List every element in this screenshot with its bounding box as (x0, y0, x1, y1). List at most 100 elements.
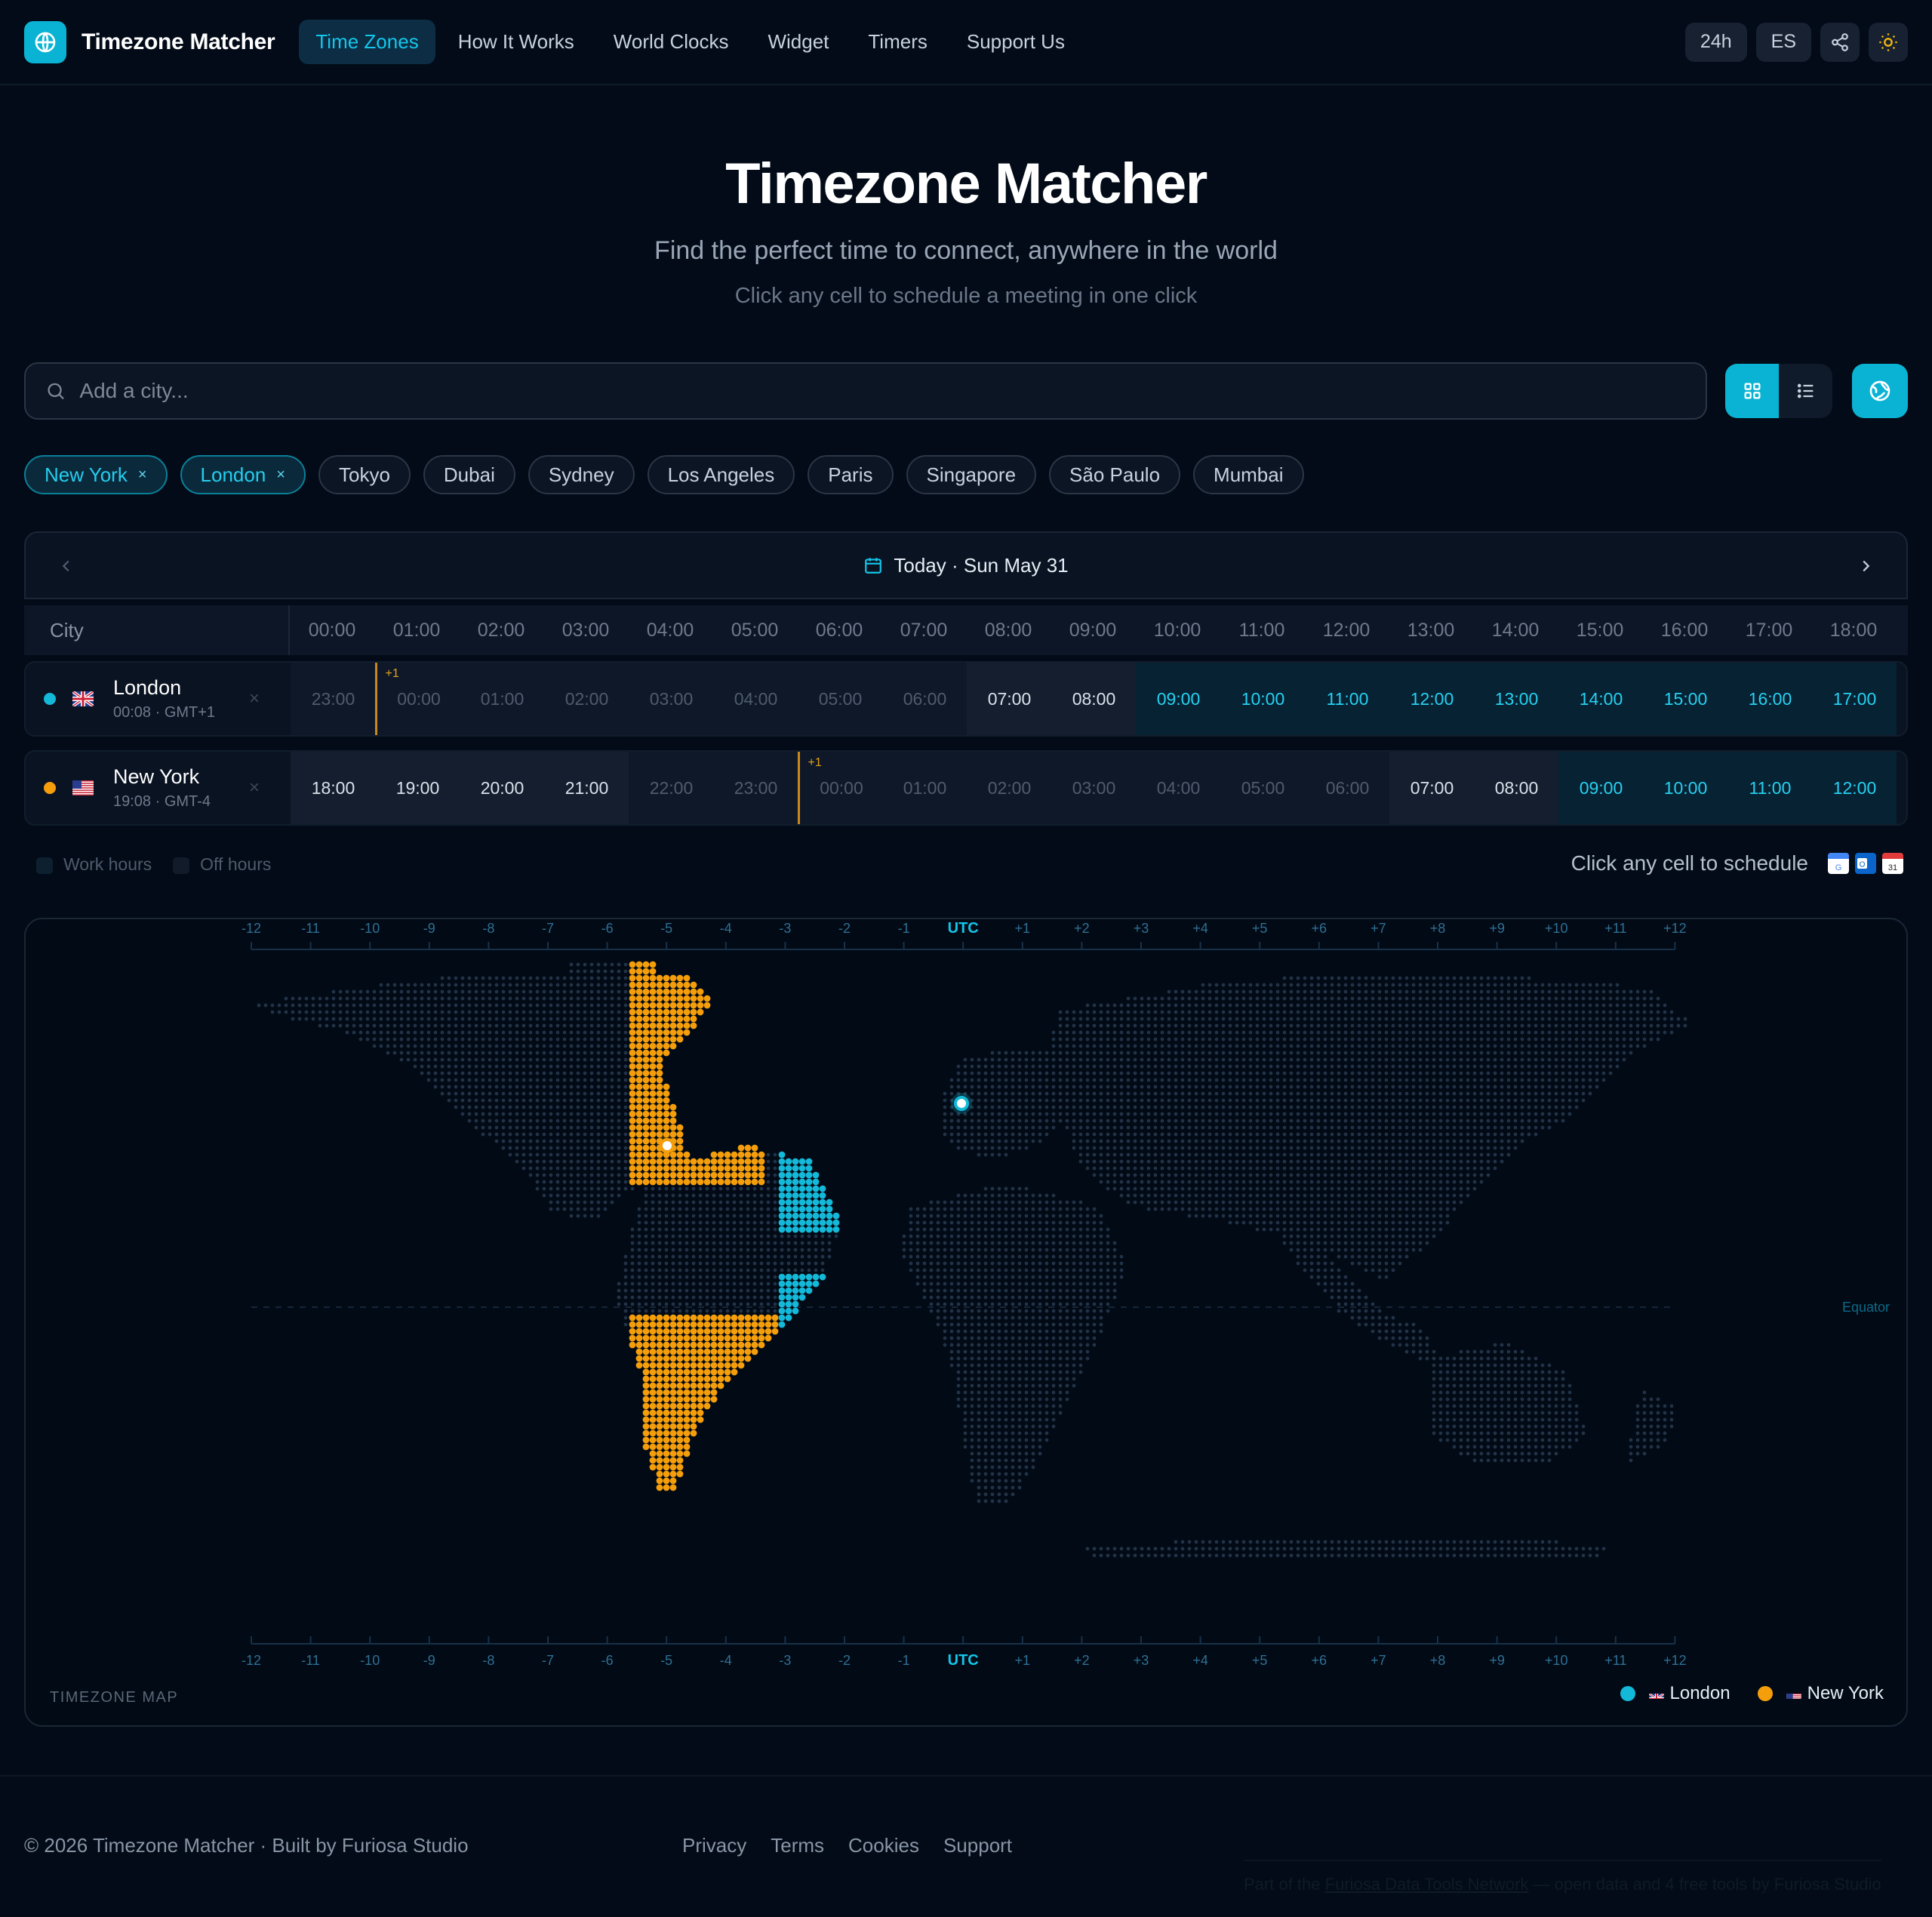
hour-cell[interactable]: 03:00 (629, 663, 714, 735)
nav-link-widget[interactable]: Widget (751, 20, 845, 64)
map-dot (1112, 1146, 1117, 1150)
hour-cell[interactable]: 02:00 (544, 663, 629, 735)
hour-cell[interactable]: 09:00 (1136, 663, 1221, 735)
map-dot (812, 1192, 820, 1199)
hour-cell[interactable]: 11:00 (1727, 752, 1813, 824)
hour-cell[interactable]: 21:00 (544, 752, 629, 824)
hour-cell[interactable]: 09:00 (1558, 752, 1644, 824)
map-dot (635, 1131, 643, 1138)
chip-remove-icon[interactable]: × (138, 466, 147, 484)
hour-cell[interactable]: 03:00 (1051, 752, 1137, 824)
map-dot (1567, 1003, 1572, 1008)
outlook-calendar-icon[interactable]: O (1855, 853, 1876, 874)
map-dot (420, 1071, 424, 1075)
hour-cell[interactable]: 12:00 (1389, 663, 1475, 735)
search-input[interactable] (79, 379, 1686, 403)
hour-cell[interactable]: 17:00 (1812, 663, 1897, 735)
hour-cell[interactable]: 19:00 (375, 752, 460, 824)
nav-link-how-it-works[interactable]: How It Works (441, 20, 591, 64)
city-chip[interactable]: Mumbai (1193, 455, 1304, 494)
hour-cell[interactable]: 04:00 (713, 663, 798, 735)
hour-cell[interactable]: 06:00 (882, 663, 968, 735)
hour-cell[interactable]: 07:00 (967, 663, 1052, 735)
apple-calendar-icon[interactable]: 31 (1882, 853, 1903, 874)
hour-cell[interactable]: 22:00 (629, 752, 714, 824)
city-chip[interactable]: Los Angeles (647, 455, 795, 494)
map-dot (1269, 1152, 1273, 1157)
prev-day-chevron-icon[interactable] (50, 549, 83, 583)
grid-view-icon[interactable] (1725, 364, 1779, 418)
map-dot (1208, 1180, 1212, 1184)
city-chip[interactable]: Tokyo (318, 455, 411, 494)
map-dot (1581, 1037, 1586, 1042)
city-chip[interactable]: São Paulo (1049, 455, 1181, 494)
hour-cell[interactable]: 08:00 (1051, 663, 1137, 735)
map-dot (481, 1030, 485, 1035)
city-chip[interactable]: Dubai (423, 455, 515, 494)
map-globe-icon[interactable] (1852, 364, 1908, 418)
nav-link-timers[interactable]: Timers (851, 20, 943, 64)
hour-cell[interactable]: 00:00 +1 (375, 663, 460, 735)
hour-cell[interactable]: 07:00 (1389, 752, 1475, 824)
map-dot (656, 1022, 663, 1029)
map-dot (1269, 1180, 1273, 1184)
hour-cell[interactable]: 04:00 (1136, 752, 1221, 824)
map-dot (1194, 1085, 1198, 1089)
hour-cell[interactable]: 14:00 (1558, 663, 1644, 735)
map-dot (629, 1124, 636, 1131)
brand-name[interactable]: Timezone Matcher (82, 29, 275, 55)
next-day-chevron-icon[interactable] (1849, 549, 1882, 583)
nav-link-support-us[interactable]: Support Us (950, 20, 1081, 64)
chip-remove-icon[interactable]: × (276, 466, 285, 484)
theme-sun-icon[interactable] (1869, 22, 1908, 62)
hour-cell[interactable]: 06:00 (1305, 752, 1390, 824)
hour-cell[interactable]: 11:00 (1305, 663, 1390, 735)
hour-cell[interactable]: 08:00 (1474, 752, 1559, 824)
remove-city-icon[interactable]: × (249, 688, 260, 709)
city-chip[interactable]: Singapore (906, 455, 1037, 494)
city-chip[interactable]: New York × (24, 455, 168, 494)
nav-link-world-clocks[interactable]: World Clocks (597, 20, 746, 64)
hour-cell[interactable]: 00:00 +1 (798, 752, 883, 824)
map-dot (603, 996, 608, 1001)
hour-cell[interactable]: 05:00 (1220, 752, 1306, 824)
list-view-icon[interactable] (1779, 364, 1832, 418)
hour-cell[interactable]: 10:00 (1643, 752, 1728, 824)
map-dot (1004, 1119, 1008, 1123)
hour-cell[interactable]: 02:00 (967, 752, 1052, 824)
work-hours-legend: Work hours (36, 854, 152, 875)
hour-cell[interactable]: 01:00 (460, 663, 545, 735)
map-dot (778, 1205, 786, 1213)
hour-cell[interactable]: 18:00 (291, 752, 376, 824)
city-chip[interactable]: Sydney (528, 455, 635, 494)
hour-cell[interactable]: 05:00 (798, 663, 883, 735)
time-format-button[interactable]: 24h (1684, 22, 1747, 62)
hour-cell[interactable]: 12:00 (1812, 752, 1897, 824)
remove-city-icon[interactable]: × (249, 777, 260, 798)
map-dot (1160, 1044, 1164, 1048)
current-date[interactable]: Today · Sun May 31 (894, 554, 1068, 577)
hour-cell[interactable]: 23:00 (713, 752, 798, 824)
hour-cell[interactable]: 16:00 (1727, 663, 1813, 735)
map-dot (642, 1022, 650, 1029)
map-dot (1554, 989, 1558, 994)
hour-cell[interactable]: 13:00 (1474, 663, 1559, 735)
city-chip[interactable]: London × (180, 455, 306, 494)
city-search[interactable] (24, 362, 1707, 420)
language-button[interactable]: ES (1755, 22, 1811, 62)
hour-cell[interactable]: 01:00 (882, 752, 968, 824)
hour-cell[interactable]: 10:00 (1220, 663, 1306, 735)
hour-cell[interactable]: 15:00 (1643, 663, 1728, 735)
map-dot (1371, 996, 1375, 1001)
nav-link-time-zones[interactable]: Time Zones (299, 20, 435, 64)
map-dot (1078, 1023, 1083, 1028)
hour-cell[interactable]: 20:00 (460, 752, 545, 824)
map-dot (949, 1132, 954, 1137)
hour-cell[interactable]: 23:00 (291, 663, 376, 735)
google-calendar-icon[interactable]: G (1828, 853, 1849, 874)
map-dot (1377, 983, 1382, 987)
city-chip[interactable]: Paris (808, 455, 894, 494)
globe-logo-icon[interactable] (24, 20, 66, 63)
map-dot (1044, 1051, 1049, 1055)
share-icon[interactable] (1820, 22, 1860, 62)
